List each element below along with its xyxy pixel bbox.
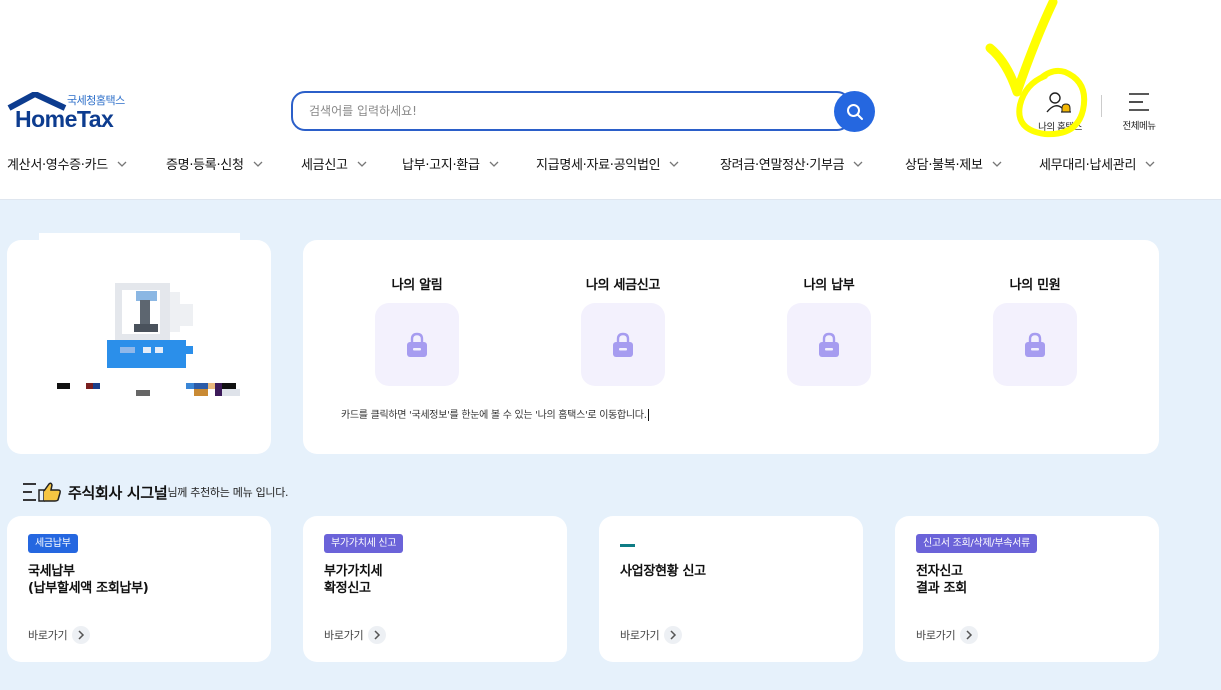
summary-lock-box	[375, 303, 459, 386]
chevron-down-icon	[253, 161, 263, 167]
chevron-down-icon	[117, 161, 127, 167]
summary-my-notifications[interactable]: 나의 알림	[347, 274, 487, 386]
lock-icon	[819, 332, 839, 357]
nav-item-label: 장려금·연말정산·기부금	[720, 158, 845, 173]
search-icon	[846, 103, 863, 120]
rec-card-title: 사업장현황 신고	[620, 564, 706, 579]
go-link-label: 바로가기	[620, 629, 660, 642]
text-cursor	[647, 409, 649, 421]
lock-icon	[407, 332, 427, 357]
summary-item-label: 나의 세금신고	[585, 278, 661, 293]
chevron-down-icon	[1145, 161, 1155, 167]
nav-item-consulting[interactable]: 상담·불복·제보	[905, 154, 1003, 173]
rec-card-e-filing-result[interactable]: 신고서 조회/삭제/부속서류 전자신고 결과 조회 바로가기	[895, 516, 1159, 662]
go-link[interactable]: 바로가기	[916, 626, 979, 644]
recommend-suffix: 님께 추천하는 메뉴 입니다.	[167, 486, 289, 499]
my-hometax-button[interactable]: 나의 홈택스	[1025, 88, 1095, 134]
chevron-right-icon	[664, 626, 683, 644]
go-link-label: 바로가기	[324, 629, 364, 642]
profile-card-tab	[39, 233, 240, 243]
company-name: 주식회사 시그널	[68, 483, 168, 502]
rec-card-title: 전자신고 결과 조회	[916, 564, 967, 596]
search-button[interactable]	[834, 91, 875, 132]
nav-item-label: 납부·고지·환급	[402, 158, 480, 173]
summary-lock-box	[993, 303, 1077, 386]
summary-my-tax-filing[interactable]: 나의 세금신고	[553, 274, 693, 386]
nav-item-label: 증명·등록·신청	[166, 158, 244, 173]
summary-lock-box	[787, 303, 871, 386]
go-link[interactable]: 바로가기	[28, 626, 91, 644]
nav-item-payment[interactable]: 납부·고지·환급	[402, 154, 500, 173]
rec-card-title: 부가가치세 확정신고	[324, 564, 383, 596]
site-header: 국세청홈택스 HomeTax 나의 홈택스 전체메뉴 계산서·영수증·카드	[0, 0, 1221, 200]
nav-item-label: 지급명세·자료·공익법인	[536, 158, 661, 173]
nav-item-tax-filing[interactable]: 세금신고	[301, 154, 368, 173]
nav-item-receipts[interactable]: 계산서·영수증·카드	[7, 154, 128, 173]
hamburger-icon	[1129, 93, 1149, 111]
user-bell-icon	[1046, 92, 1071, 113]
chevron-right-icon	[368, 626, 387, 644]
main-nav: 계산서·영수증·카드 증명·등록·신청 세금신고 납부·고지·환급 지급명세·자…	[0, 154, 1221, 180]
chevron-down-icon	[669, 161, 679, 167]
nav-item-label: 상담·불복·제보	[905, 158, 983, 173]
summary-item-label: 나의 납부	[803, 278, 855, 293]
nav-item-certificates[interactable]: 증명·등록·신청	[166, 154, 264, 173]
summary-lock-box	[581, 303, 665, 386]
nav-item-incentives[interactable]: 장려금·연말정산·기부금	[720, 154, 864, 173]
summary-note: 카드를 클릭하면 '국세정보'를 한눈에 볼 수 있는 '나의 홈택스'로 이동…	[341, 406, 649, 421]
chevron-down-icon	[357, 161, 367, 167]
chevron-down-icon	[853, 161, 863, 167]
all-menu-button[interactable]: 전체메뉴	[1113, 90, 1165, 134]
rec-card-badge: 부가가치세 신고	[324, 534, 404, 553]
nav-item-statements[interactable]: 지급명세·자료·공익법인	[536, 154, 680, 173]
go-link[interactable]: 바로가기	[620, 626, 683, 644]
rec-card-vat-filing[interactable]: 부가가치세 신고 부가가치세 확정신고 바로가기	[303, 516, 567, 662]
lock-icon	[613, 332, 633, 357]
chevron-down-icon	[489, 161, 499, 167]
nav-item-label: 계산서·영수증·카드	[7, 158, 108, 173]
rec-card-title: 국세납부 (납부할세액 조회납부)	[28, 564, 149, 596]
my-hometax-summary-card[interactable]: 나의 알림 나의 세금신고 나의 납부 나의 민원 카드를 클릭하면 '국세정보…	[303, 240, 1159, 454]
go-link-label: 바로가기	[28, 629, 68, 642]
summary-note-text: 카드를 클릭하면 '국세정보'를 한눈에 볼 수 있는 '나의 홈택스'로 이동…	[341, 410, 647, 421]
chevron-right-icon	[960, 626, 979, 644]
all-menu-label: 전체메뉴	[1122, 121, 1156, 132]
rec-card-accent-dash	[620, 544, 635, 547]
go-link-label: 바로가기	[916, 629, 956, 642]
nav-item-tax-agent[interactable]: 세무대리·납세관리	[1039, 154, 1156, 173]
summary-my-payment[interactable]: 나의 납부	[759, 274, 899, 386]
rec-card-national-tax-payment[interactable]: 세금납부 국세납부 (납부할세액 조회납부) 바로가기	[7, 516, 271, 662]
nav-item-label: 세금신고	[301, 158, 348, 173]
rec-card-badge: 신고서 조회/삭제/부속서류	[916, 534, 1037, 553]
hometax-logo[interactable]: 국세청홈택스 HomeTax	[7, 92, 137, 134]
go-link[interactable]: 바로가기	[324, 626, 387, 644]
summary-item-label: 나의 알림	[391, 278, 443, 293]
recommend-heading: 주식회사 시그널 님께 추천하는 메뉴 입니다.	[22, 480, 289, 504]
thumbs-up-list-icon	[23, 482, 61, 502]
search-input[interactable]	[293, 93, 813, 129]
summary-my-complaints[interactable]: 나의 민원	[965, 274, 1105, 386]
nav-item-label: 세무대리·납세관리	[1039, 158, 1137, 173]
header-divider	[1101, 95, 1102, 117]
lock-icon	[1025, 332, 1045, 357]
summary-item-label: 나의 민원	[1009, 278, 1061, 293]
rec-card-business-status-report[interactable]: 사업장현황 신고 바로가기	[599, 516, 863, 662]
logo-title: HomeTax	[15, 106, 114, 132]
rec-card-badge: 세금납부	[28, 534, 78, 553]
chevron-down-icon	[992, 161, 1002, 167]
search-box	[291, 91, 851, 131]
chevron-right-icon	[72, 626, 91, 644]
my-hometax-label: 나의 홈택스	[1038, 122, 1082, 133]
